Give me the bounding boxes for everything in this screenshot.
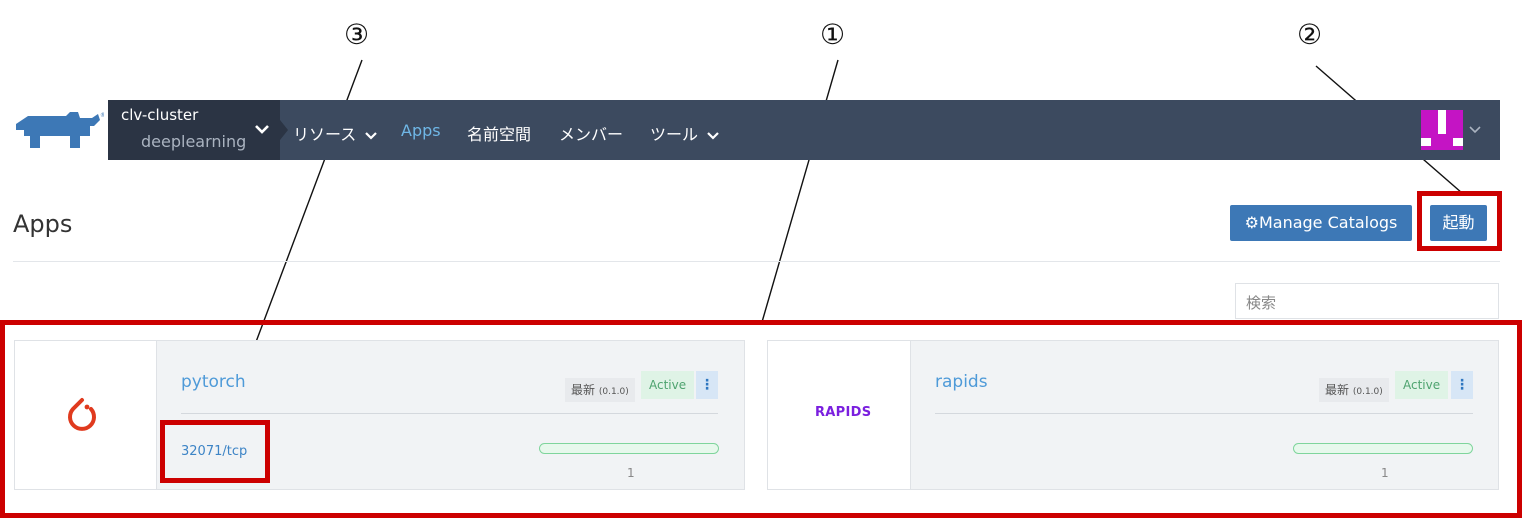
page-title: Apps	[13, 210, 73, 238]
chevron-down-icon	[255, 125, 269, 134]
search-input[interactable]: 検索	[1235, 283, 1499, 319]
highlight-launch-button	[1417, 191, 1502, 251]
callout-1: ①	[820, 18, 846, 51]
nav-namespaces-label: 名前空間	[467, 125, 532, 144]
chevron-down-icon	[707, 131, 719, 140]
user-avatar[interactable]	[1421, 110, 1463, 150]
highlight-endpoint	[160, 420, 270, 483]
nav-tools-label: ツール	[650, 125, 699, 144]
gear-icon: ⚙	[1244, 213, 1259, 232]
manage-catalogs-button[interactable]: ⚙Manage Catalogs	[1230, 205, 1412, 241]
header-divider	[13, 261, 1500, 262]
chevron-down-icon[interactable]	[1468, 122, 1482, 136]
rancher-logo-icon[interactable]: ®	[14, 110, 106, 154]
nav-namespaces[interactable]: 名前空間	[467, 121, 531, 145]
chevron-down-icon	[365, 131, 378, 140]
nav-apps-label: Apps	[401, 121, 441, 140]
callout-2: ②	[1297, 18, 1323, 51]
nav-members[interactable]: メンバー	[559, 121, 623, 145]
nav-tools[interactable]: ツール	[650, 121, 719, 145]
nav-resources-label: リソース	[293, 125, 357, 144]
callout-3: ③	[344, 18, 370, 51]
cluster-arrow-icon	[280, 120, 288, 140]
nav-resources[interactable]: リソース	[293, 121, 378, 145]
manage-catalogs-label: Manage Catalogs	[1258, 213, 1398, 232]
nav-apps[interactable]: Apps	[401, 121, 441, 140]
cluster-name: clv-cluster	[121, 106, 199, 124]
svg-text:®: ®	[100, 112, 104, 119]
project-name: deeplearning	[141, 132, 247, 151]
nav-members-label: メンバー	[559, 125, 624, 144]
highlight-apps-list	[0, 320, 1522, 518]
